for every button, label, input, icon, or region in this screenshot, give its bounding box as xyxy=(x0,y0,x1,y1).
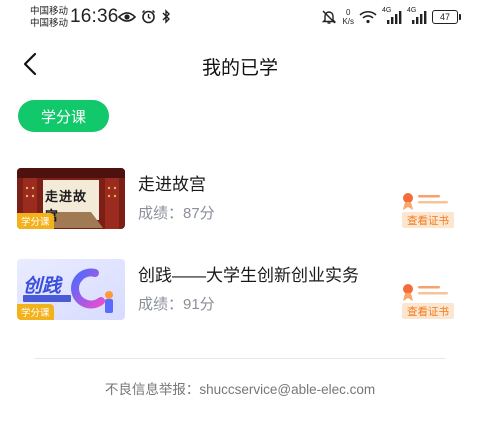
wifi-icon xyxy=(359,11,377,24)
course-score: 成绩：87分 xyxy=(138,205,215,222)
course-score: 成绩：91分 xyxy=(138,296,215,313)
view-certificate-button[interactable]: 查看证书 xyxy=(400,281,456,321)
carrier-2: 中国移动 xyxy=(30,18,69,29)
mute-bell-icon xyxy=(322,10,337,24)
course-type-tag: 学分课 xyxy=(17,304,54,320)
course-title: 创践——大学生创新创业实务 xyxy=(138,266,359,285)
signal-1: 4G xyxy=(382,7,402,25)
course-type-tag: 学分课 xyxy=(17,213,54,229)
view-certificate-label: 查看证书 xyxy=(402,212,454,228)
net-speed: 0 K/s xyxy=(342,8,354,26)
battery-icon: 47 xyxy=(432,10,461,24)
certificate-icon xyxy=(403,193,448,210)
clock: 16:36 xyxy=(70,6,119,27)
signal-2: 4G xyxy=(407,7,427,25)
alarm-icon xyxy=(142,10,155,24)
view-certificate-button[interactable]: 查看证书 xyxy=(400,190,456,230)
carrier-labels: 中国移动 中国移动 xyxy=(30,6,68,30)
thumbnail-title: 创践 xyxy=(23,276,62,297)
report-contact: 不良信息举报：shuccservice@able-elec.com xyxy=(104,382,376,397)
list-item[interactable]: 创践 学分课 创践——大学生创新创业实务 成绩：91分 查看证书 xyxy=(0,259,480,323)
course-title: 走进故宫 xyxy=(138,175,206,194)
divider xyxy=(34,358,446,359)
nav-bar: 我的已学 xyxy=(0,42,480,86)
carrier-1: 中国移动 xyxy=(30,6,69,17)
certificate-icon xyxy=(403,284,448,301)
tab-credit-course[interactable]: 学分课 xyxy=(18,100,109,132)
status-bar: 中国移动 中国移动 16:36 0 K/s 4G 4G 47 xyxy=(0,0,480,36)
view-certificate-label: 查看证书 xyxy=(402,303,454,319)
list-item[interactable]: 走进故宫 学分课 走进故宫 成绩：87分 查看证书 xyxy=(0,168,480,232)
eye-icon xyxy=(118,11,136,22)
course-thumbnail: 走进故宫 学分课 xyxy=(17,168,125,229)
status-icons-right: 0 K/s 4G 4G 47 xyxy=(321,7,461,26)
bluetooth-icon xyxy=(162,9,170,24)
page-title: 我的已学 xyxy=(201,58,278,79)
course-thumbnail: 创践 学分课 xyxy=(17,259,125,320)
status-icons-left xyxy=(118,9,171,24)
